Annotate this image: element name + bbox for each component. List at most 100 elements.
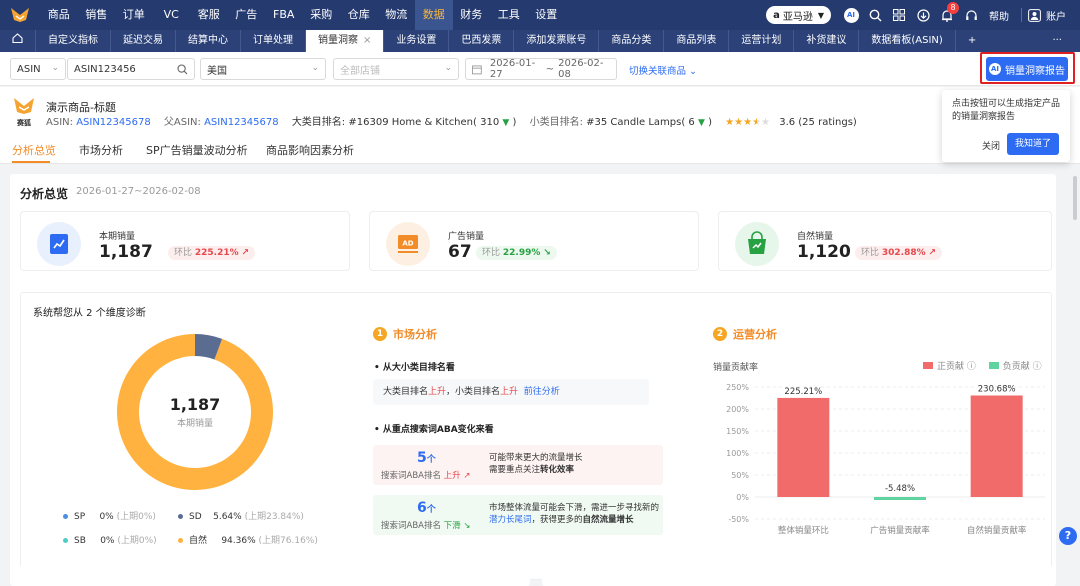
more-tabs-button[interactable]: ··· — [1040, 30, 1074, 52]
star-icon: ★ — [725, 117, 735, 128]
date-range-picker[interactable]: 2026-01-27 ~ 2026-02-08 — [465, 58, 617, 80]
search-button[interactable] — [863, 0, 887, 30]
menu-item[interactable]: FBA — [265, 0, 303, 30]
rank-summary: 大类目排名上升，小类目排名上升 前往分析 — [373, 379, 649, 405]
tab-item[interactable]: 自定义指标 — [36, 30, 111, 52]
tab-label: 商品分类 — [611, 35, 652, 46]
app-logo[interactable] — [0, 0, 40, 30]
account-label: 账户 — [1046, 11, 1066, 23]
date-end: 2026-02-08 — [558, 58, 604, 80]
tab-item[interactable]: 延迟交易 — [111, 30, 176, 52]
tab-market[interactable]: 市场分析 — [79, 142, 123, 158]
contribution-bar-chart: 250% 200% 150% 100% 50% 0% -50% 225.21% 整体销量环比 -5… — [726, 383, 1045, 536]
tab-label: 运营计划 — [741, 35, 782, 46]
ai-assistant-button[interactable]: AI — [839, 0, 863, 30]
bottom-panel-right — [542, 566, 1056, 586]
bar-0[interactable] — [777, 397, 830, 497]
menu-item[interactable]: 财务 — [453, 0, 491, 30]
asin-search-input[interactable]: ASIN123456 — [67, 58, 195, 80]
calendar-icon — [472, 64, 482, 74]
menu-item[interactable]: 销售 — [78, 0, 116, 30]
tab-item[interactable]: 商品分类 — [599, 30, 665, 52]
y-tick-label: 250% — [726, 383, 749, 392]
star-icon: ★ — [743, 117, 753, 128]
headset-icon — [965, 9, 977, 20]
bar-value-label: 230.68% — [978, 385, 1016, 395]
account-button[interactable]: 账户 — [1028, 0, 1080, 30]
search-icon[interactable] — [177, 64, 188, 75]
help-link[interactable]: 帮助 — [989, 8, 1009, 23]
download-button[interactable] — [911, 0, 935, 30]
tab-item[interactable]: 业务设置 — [384, 30, 450, 52]
tab-item[interactable]: 订单处理 — [241, 30, 306, 52]
home-tab[interactable] — [0, 30, 36, 52]
support-button[interactable] — [959, 0, 983, 30]
store-select[interactable]: 全部店铺 ⌄ — [333, 58, 459, 80]
keyword-down-label: 搜索词ABA排名 下滑 ↘ — [381, 521, 471, 531]
tab-item[interactable]: 运营计划 — [729, 30, 795, 52]
page-scrollbar[interactable] — [1073, 176, 1077, 220]
menu-item[interactable]: 设置 — [528, 0, 566, 30]
parent-asin-link[interactable]: ASIN12345678 — [204, 117, 279, 128]
help-circle-icon[interactable]: ⓘ — [967, 362, 976, 372]
y-tick-label: 200% — [726, 405, 749, 414]
go-analysis-link[interactable]: 前往分析 — [524, 387, 560, 397]
tab-label: 添加发票账号 — [526, 35, 587, 46]
download-icon — [916, 8, 930, 22]
menu-item[interactable]: 广告 — [228, 0, 266, 30]
tab-factors[interactable]: 商品影响因素分析 — [266, 142, 354, 158]
tab-item[interactable]: 巴西发票 — [449, 30, 515, 52]
donut-value: 1,187 — [170, 395, 221, 414]
switch-related-product-link[interactable]: 切换关联商品 ⌄ — [629, 63, 697, 77]
country-select[interactable]: 美国 ⌄ — [200, 58, 326, 80]
asin-link[interactable]: ASIN12345678 — [76, 117, 151, 128]
notification-button[interactable]: 8 — [935, 0, 959, 30]
menu-item[interactable]: 客服 — [190, 0, 228, 30]
menu-item[interactable]: 物流 — [378, 0, 416, 30]
menu-item[interactable]: 数据 — [415, 0, 453, 30]
search-icon — [869, 9, 881, 21]
metric-card-total: 本期销量 1,187 环比 225.21% ↗ — [20, 211, 350, 271]
popover-ok-button[interactable]: 我知道了 — [1007, 133, 1059, 155]
market-analysis-heading: 1 市场分析 — [373, 326, 437, 342]
menu-item[interactable]: 订单 — [115, 0, 153, 30]
menu-item[interactable]: 工具 — [490, 0, 528, 30]
highlight-frame — [980, 52, 1075, 84]
menu-item[interactable]: VC — [153, 0, 191, 30]
tab-item[interactable]: 补货建议 — [794, 30, 860, 52]
keyword-up-box: 5个 搜索词ABA排名 上升 ↗ 可能带来更大的流量增长 需要重点关注转化效率 — [373, 445, 663, 485]
keyword-up-count[interactable]: 5个 — [417, 450, 436, 466]
menu-item[interactable]: 商品 — [40, 0, 78, 30]
tab-overview[interactable]: 分析总览 — [12, 142, 56, 158]
notification-badge: 8 — [947, 2, 959, 14]
menu-item[interactable]: 采购 — [303, 0, 341, 30]
add-tab-button[interactable]: + — [956, 30, 988, 52]
bar-1[interactable] — [874, 497, 926, 500]
menu-item[interactable]: 仓库 — [340, 0, 378, 30]
tab-label: 订单处理 — [253, 35, 293, 46]
tab-sp-ads[interactable]: SP广告销量波动分析 — [146, 142, 248, 158]
help-circle-icon[interactable]: ⓘ — [1033, 362, 1042, 372]
top-nav-right: a 亚马逊 ▼ AI 8 帮助 账户 — [766, 0, 1080, 30]
tab-item[interactable]: 商品列表 — [664, 30, 730, 52]
store-placeholder: 全部店铺 — [340, 65, 380, 77]
apps-button[interactable] — [887, 0, 911, 30]
tab-item[interactable]: 销量洞察 × — [306, 30, 385, 52]
legend-organic: 自然 94.36% (上期76.16%) — [178, 533, 318, 546]
tab-item[interactable]: 添加发票账号 — [514, 30, 600, 52]
close-tab-icon[interactable]: × — [363, 35, 371, 46]
keyword-down-count[interactable]: 6个 — [417, 500, 436, 516]
tab-label: 补货建议 — [806, 35, 847, 46]
rating-text: 3.6 (25 ratings) — [779, 117, 857, 128]
bar-value-label: 225.21% — [784, 387, 822, 397]
main-menu: 商品 销售 订单 VC 客服 广告 FBA 采购 仓库 物流 数据 财务 工具 设置 — [40, 0, 565, 30]
popover-close-button[interactable]: 关闭 — [982, 139, 1000, 152]
tab-bar: 自定义指标 延迟交易 结算中心 订单处理 销量洞察 × 业务设置 巴西发票 添加发票账号 商品分类… — [0, 30, 1080, 52]
id-type-select[interactable]: ASIN ⌄ — [10, 58, 66, 80]
tab-item[interactable]: 数据看板(ASIN) — [859, 30, 956, 52]
bar-2[interactable] — [970, 395, 1023, 497]
marketplace-select[interactable]: a 亚马逊 ▼ — [766, 6, 831, 24]
tab-label: 结算中心 — [188, 35, 228, 46]
tab-item[interactable]: 结算中心 — [176, 30, 241, 52]
help-fab-button[interactable]: ? — [1059, 527, 1077, 545]
